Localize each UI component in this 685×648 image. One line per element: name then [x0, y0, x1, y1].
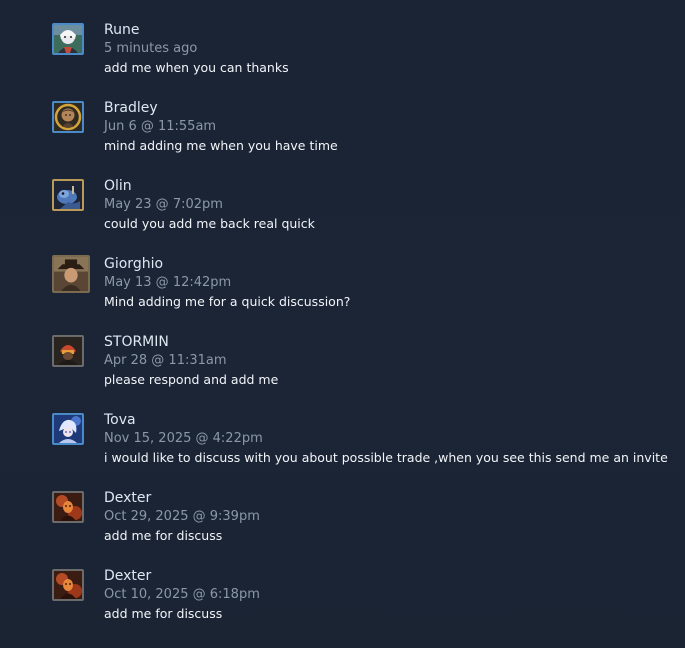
comment-author[interactable]: Bradley — [104, 99, 158, 117]
orange-character-avatar[interactable] — [52, 569, 84, 601]
comment-author[interactable]: Dexter — [104, 489, 151, 507]
blue-anime-character-avatar[interactable] — [52, 413, 84, 445]
comment-text: add me when you can thanks — [104, 60, 289, 75]
comment-timestamp: May 13 @ 12:42pm — [104, 275, 232, 290]
comment-item: Tova Nov 15, 2025 @ 4:22pm i would like … — [52, 411, 672, 481]
comment-item: Dexter Oct 10, 2025 @ 6:18pm add me for … — [52, 567, 672, 637]
comment-timestamp: Apr 28 @ 11:31am — [104, 353, 227, 368]
comment-item: STORMIN Apr 28 @ 11:31am please respond … — [52, 333, 672, 403]
comment-text: mind adding me when you have time — [104, 138, 338, 153]
comment-timestamp: Jun 6 @ 11:55am — [104, 119, 217, 134]
comment-author[interactable]: STORMIN — [104, 333, 169, 351]
comment-timestamp: Oct 10, 2025 @ 6:18pm — [104, 587, 260, 602]
orange-character-avatar[interactable] — [52, 491, 84, 523]
comment-author[interactable]: Olin — [104, 177, 132, 195]
comment-author[interactable]: Dexter — [104, 567, 151, 585]
comment-text: Mind adding me for a quick discussion? — [104, 294, 351, 309]
comment-text: could you add me back real quick — [104, 216, 315, 231]
comment-item: Bradley Jun 6 @ 11:55am mind adding me w… — [52, 99, 672, 169]
comment-text: add me for discuss — [104, 528, 223, 543]
comment-item: Rune 5 minutes ago add me when you can t… — [52, 21, 672, 91]
comment-text: i would like to discuss with you about p… — [104, 450, 668, 465]
laurel-wreath-portrait-avatar[interactable] — [52, 101, 84, 133]
comment-timestamp: 5 minutes ago — [104, 41, 198, 56]
comment-timestamp: Oct 29, 2025 @ 9:39pm — [104, 509, 260, 524]
comment-author[interactable]: Giorghio — [104, 255, 163, 273]
comment-author[interactable]: Rune — [104, 21, 139, 39]
comment-list: Rune 5 minutes ago add me when you can t… — [0, 0, 685, 648]
comment-timestamp: May 23 @ 7:02pm — [104, 197, 223, 212]
red-helmet-character-avatar[interactable] — [52, 335, 84, 367]
hat-wearing-character-avatar[interactable] — [52, 255, 90, 293]
comment-author[interactable]: Tova — [104, 411, 136, 429]
comment-item: Olin May 23 @ 7:02pm could you add me ba… — [52, 177, 672, 247]
comment-text: please respond and add me — [104, 372, 279, 387]
comment-text: add me for discuss — [104, 606, 223, 621]
comment-item: Dexter Oct 29, 2025 @ 9:39pm add me for … — [52, 489, 672, 559]
comment-timestamp: Nov 15, 2025 @ 4:22pm — [104, 431, 263, 446]
white-haired-character-avatar[interactable] — [52, 23, 84, 55]
comment-item: Giorghio May 13 @ 12:42pm Mind adding me… — [52, 255, 672, 325]
blue-creature-avatar[interactable] — [52, 179, 84, 211]
